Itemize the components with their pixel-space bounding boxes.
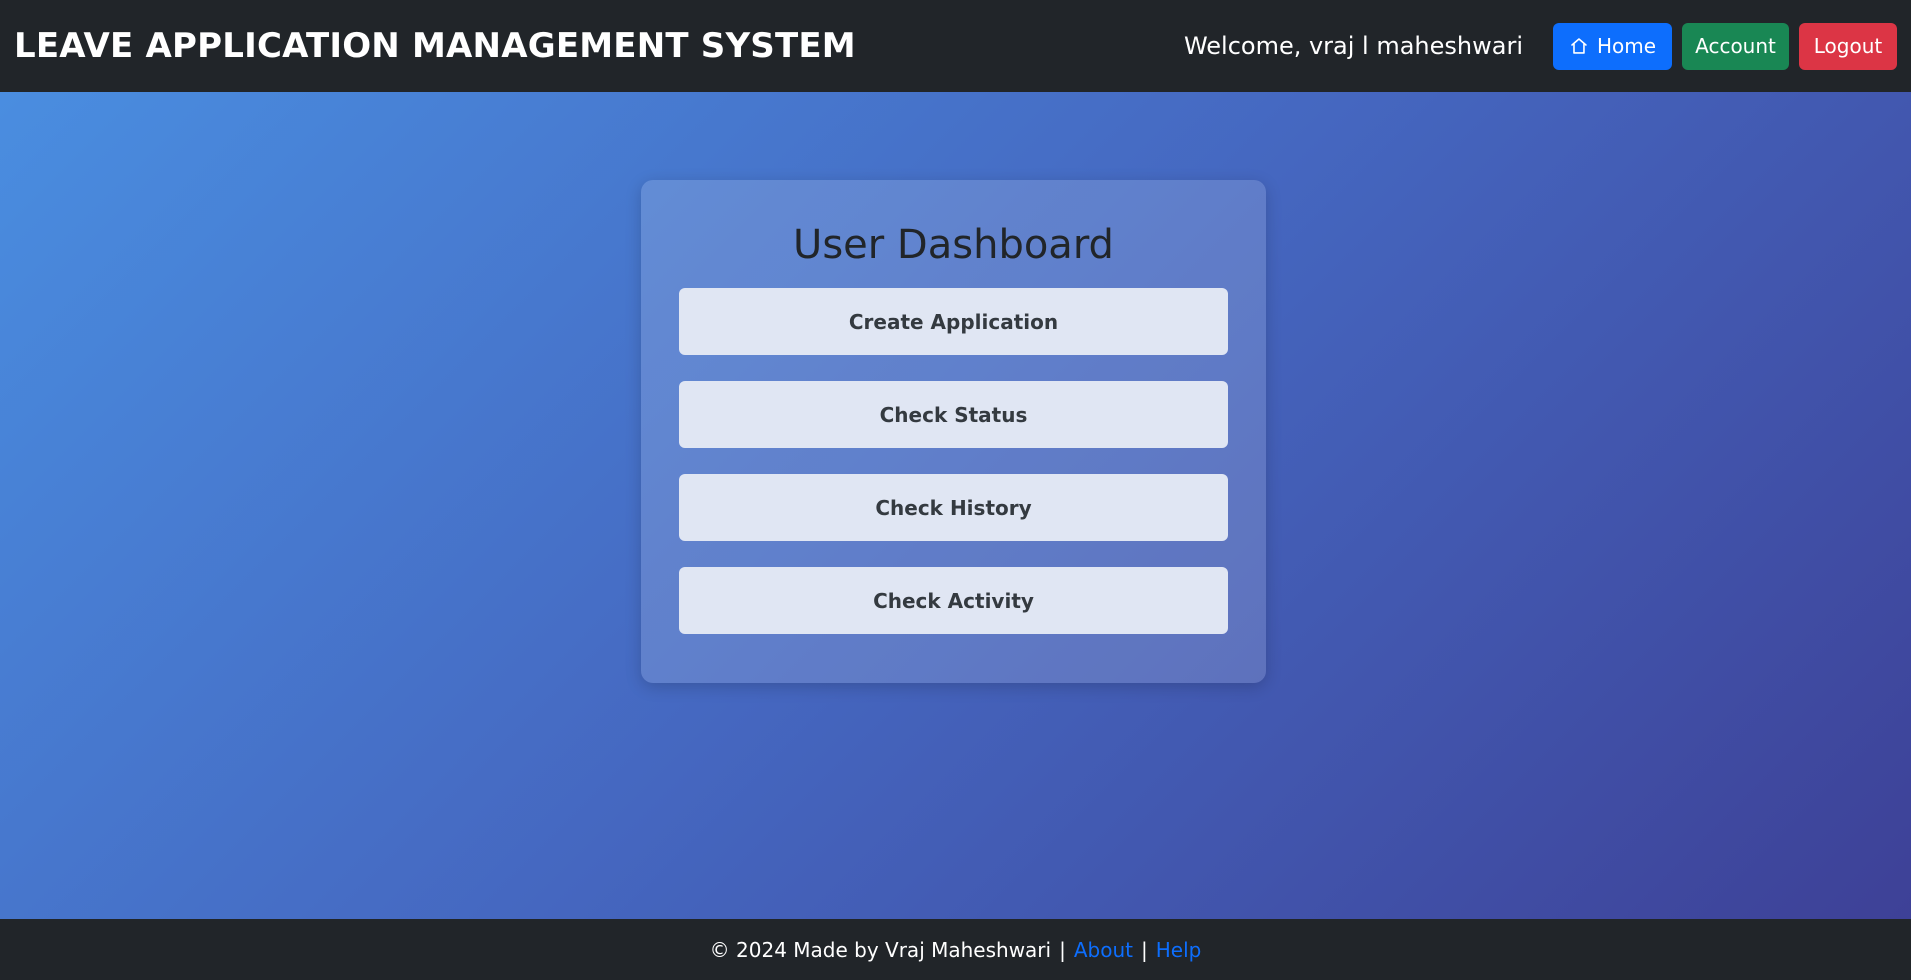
create-application-button[interactable]: Create Application <box>679 288 1228 355</box>
dashboard-card: User Dashboard Create Application Check … <box>641 180 1266 683</box>
about-link[interactable]: About <box>1074 938 1133 962</box>
dashboard-title: User Dashboard <box>793 222 1114 268</box>
check-status-button[interactable]: Check Status <box>679 381 1228 448</box>
account-button[interactable]: Account <box>1682 22 1789 70</box>
top-navbar: LEAVE APPLICATION MANAGEMENT SYSTEM Welc… <box>0 0 1911 92</box>
navbar-right: Welcome, vraj l maheshwari Home Account … <box>1183 22 1897 70</box>
logout-button[interactable]: Logout <box>1799 22 1897 70</box>
footer-separator: | <box>1059 937 1066 962</box>
app-title: LEAVE APPLICATION MANAGEMENT SYSTEM <box>14 26 856 66</box>
home-icon <box>1571 38 1587 54</box>
page-footer: © 2024 Made by Vraj Maheshwari | About |… <box>0 919 1911 980</box>
home-button-label: Home <box>1596 34 1656 58</box>
footer-copyright: © 2024 Made by Vraj Maheshwari <box>709 937 1052 962</box>
home-button[interactable]: Home <box>1553 22 1672 70</box>
help-link[interactable]: Help <box>1156 938 1202 962</box>
check-history-button[interactable]: Check History <box>679 474 1228 541</box>
welcome-text: Welcome, vraj l maheshwari <box>1183 32 1523 60</box>
check-activity-button[interactable]: Check Activity <box>679 567 1228 634</box>
footer-separator: | <box>1140 937 1148 962</box>
